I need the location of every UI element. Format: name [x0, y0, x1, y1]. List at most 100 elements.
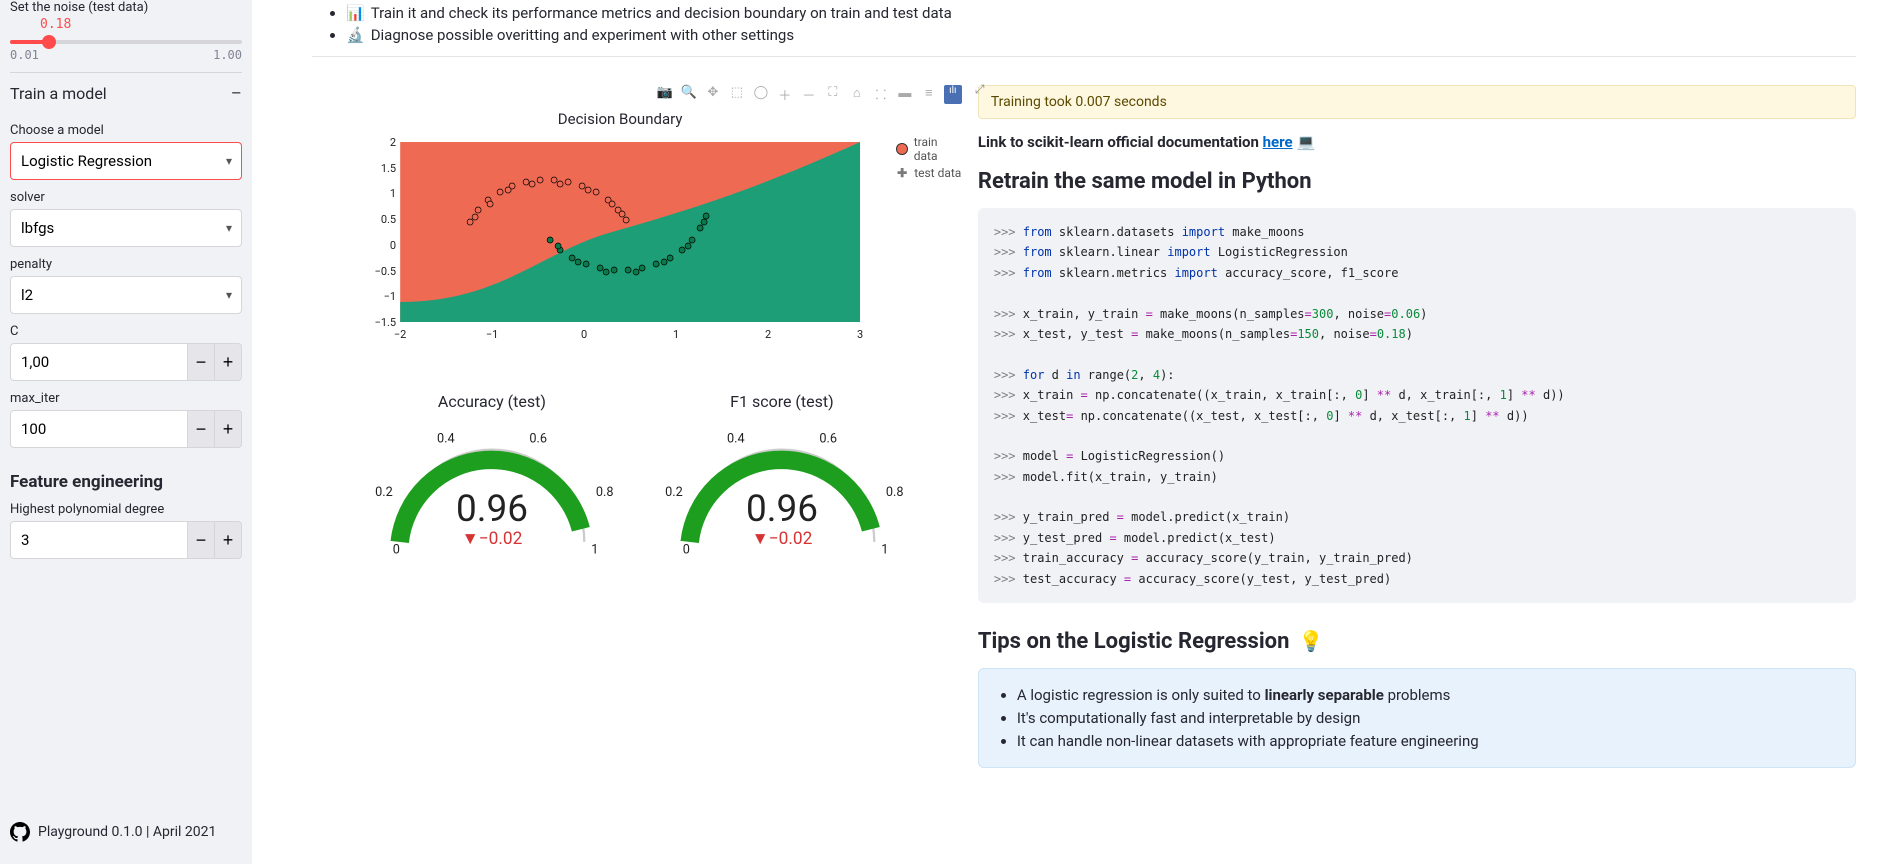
- legend-train-label: train data: [914, 135, 962, 163]
- penalty-select[interactable]: [10, 276, 242, 314]
- penalty-label: penalty: [10, 257, 242, 272]
- tips-header: Tips on the Logistic Regression 💡: [978, 629, 1856, 654]
- intro-item: 📊 Train it and check its performance metr…: [346, 4, 1856, 22]
- polydegree-input[interactable]: [10, 521, 188, 559]
- slider-min: 0.01: [10, 48, 39, 62]
- chart-icon: 📊: [346, 4, 365, 22]
- camera-icon[interactable]: 📷: [656, 85, 674, 104]
- hover-icon[interactable]: ▬: [896, 85, 914, 104]
- maxiter-minus-button[interactable]: −: [188, 410, 215, 448]
- gauge-f1-value: 0.96: [746, 488, 818, 531]
- zoomout-icon[interactable]: －: [800, 85, 818, 104]
- svg-text:−0.5: −0.5: [375, 265, 397, 278]
- c-input[interactable]: [10, 343, 188, 381]
- svg-text:0: 0: [393, 542, 400, 557]
- chart-title: Decision Boundary: [352, 110, 888, 128]
- svg-text:0: 0: [581, 328, 587, 341]
- model-select[interactable]: [10, 142, 242, 180]
- noise-test-value: 0.18: [10, 15, 242, 34]
- polydegree-plus-button[interactable]: +: [215, 521, 242, 559]
- decision-boundary-chart[interactable]: 21.510.50−0.5−1−1.5 −2−10123: [352, 132, 888, 352]
- svg-text:0.6: 0.6: [819, 432, 837, 447]
- legend-test-label: test data: [914, 166, 961, 180]
- choose-model-label: Choose a model: [10, 123, 242, 138]
- svg-text:−1: −1: [486, 328, 498, 341]
- svg-text:3: 3: [857, 328, 863, 341]
- github-icon: [10, 822, 30, 842]
- legend-train[interactable]: train data: [896, 135, 962, 163]
- tip-item: A logistic regression is only suited to …: [1017, 686, 1839, 704]
- code-block[interactable]: >>> from sklearn.datasets import make_mo…: [978, 208, 1856, 603]
- noise-test-slider[interactable]: [10, 40, 242, 44]
- boxselect-icon[interactable]: ⬚: [728, 85, 746, 104]
- tip-item: It can handle non-linear datasets with a…: [1017, 732, 1839, 750]
- footer-text: Playground 0.1.0 | April 2021: [38, 824, 216, 840]
- svg-text:1.5: 1.5: [381, 162, 396, 175]
- gauge-accuracy-delta: ▼−0.02: [462, 529, 523, 549]
- svg-text:1: 1: [591, 542, 598, 557]
- gauge-f1: 0 0.2 0.4 0.6 0.8 1 0.96 ▼−0.02: [652, 415, 912, 565]
- home-icon[interactable]: ⌂: [848, 85, 866, 104]
- banner-text: Training took 0.007 seconds: [991, 94, 1167, 110]
- plotly-toolbar: 📷 🔍 ✥ ⬚ ◯ ＋ － ⛶ ⌂ ⸬ ▬ ≡ ılı: [312, 85, 962, 104]
- sidebar-footer: Playground 0.1.0 | April 2021: [10, 816, 242, 854]
- compare-icon[interactable]: ≡: [920, 85, 938, 104]
- pan-icon[interactable]: ✥: [704, 85, 722, 104]
- intro-item: 🔬Diagnose possible overitting and experi…: [346, 26, 1856, 44]
- svg-text:0.2: 0.2: [375, 485, 393, 500]
- divider: [312, 56, 1856, 57]
- lasso-icon[interactable]: ◯: [752, 85, 770, 104]
- intro-text: Diagnose possible overitting and experim…: [371, 26, 794, 44]
- gauge-accuracy-value: 0.96: [456, 488, 528, 531]
- zoomin-icon[interactable]: ＋: [776, 85, 794, 104]
- svg-text:2: 2: [390, 136, 396, 149]
- svg-text:0.5: 0.5: [381, 213, 396, 226]
- svg-text:1: 1: [881, 542, 888, 557]
- slider-max: 1.00: [213, 48, 242, 62]
- sidebar: Set the noise (test data) 0.18 0.01 1.00…: [0, 0, 252, 864]
- svg-text:0.8: 0.8: [886, 485, 904, 500]
- retrain-header: Retrain the same model in Python: [978, 169, 1856, 194]
- c-plus-button[interactable]: +: [215, 343, 242, 381]
- polydegree-minus-button[interactable]: −: [188, 521, 215, 559]
- autoscale-icon[interactable]: ⛶: [824, 85, 842, 104]
- train-model-header: Train a model: [10, 84, 107, 103]
- maxiter-plus-button[interactable]: +: [215, 410, 242, 448]
- collapse-icon: −: [231, 83, 242, 103]
- tip-item: It's computationally fast and interpreta…: [1017, 709, 1839, 727]
- gauge-accuracy: 0 0.2 0.4 0.6 0.8 1 0.96 ▼−0.02: [362, 415, 622, 565]
- expand-icon[interactable]: ⤢: [975, 82, 989, 96]
- laptop-icon: 💻: [1297, 133, 1316, 151]
- maxiter-label: max_iter: [10, 391, 242, 406]
- train-model-expander[interactable]: Train a model −: [10, 72, 242, 113]
- svg-text:−1: −1: [384, 290, 396, 303]
- svg-text:0.6: 0.6: [529, 432, 547, 447]
- spike-icon[interactable]: ⸬: [872, 85, 890, 104]
- svg-text:0.8: 0.8: [596, 485, 614, 500]
- bulb-icon: 💡: [1299, 629, 1324, 653]
- svg-text:2: 2: [765, 328, 771, 341]
- solver-select[interactable]: [10, 209, 242, 247]
- svg-text:−2: −2: [394, 328, 406, 341]
- polydegree-label: Highest polynomial degree: [10, 502, 242, 517]
- tips-box: A logistic regression is only suited to …: [978, 668, 1856, 768]
- doclink-prefix: Link to scikit-learn official documentat…: [978, 133, 1263, 151]
- svg-text:0: 0: [390, 239, 396, 252]
- doc-link[interactable]: here: [1263, 133, 1293, 151]
- maxiter-input[interactable]: [10, 410, 188, 448]
- slider-thumb[interactable]: [42, 35, 56, 49]
- c-label: C: [10, 324, 242, 339]
- gauge-f1-title: F1 score (test): [652, 392, 912, 411]
- noise-test-label: Set the noise (test data): [10, 0, 242, 15]
- training-time-banner: ⤢ Training took 0.007 seconds: [978, 85, 1856, 119]
- zoom-icon[interactable]: 🔍: [680, 85, 698, 104]
- svg-text:0: 0: [683, 542, 690, 557]
- svg-text:1: 1: [673, 328, 679, 341]
- svg-text:1: 1: [390, 187, 396, 200]
- svg-text:0.4: 0.4: [437, 432, 455, 447]
- feature-engineering-header: Feature engineering: [10, 472, 242, 492]
- c-minus-button[interactable]: −: [188, 343, 215, 381]
- plotly-logo-icon[interactable]: ılı: [944, 85, 962, 104]
- legend-test[interactable]: ✚test data: [896, 166, 962, 180]
- intro-text: Train it and check its performance metri…: [371, 4, 952, 22]
